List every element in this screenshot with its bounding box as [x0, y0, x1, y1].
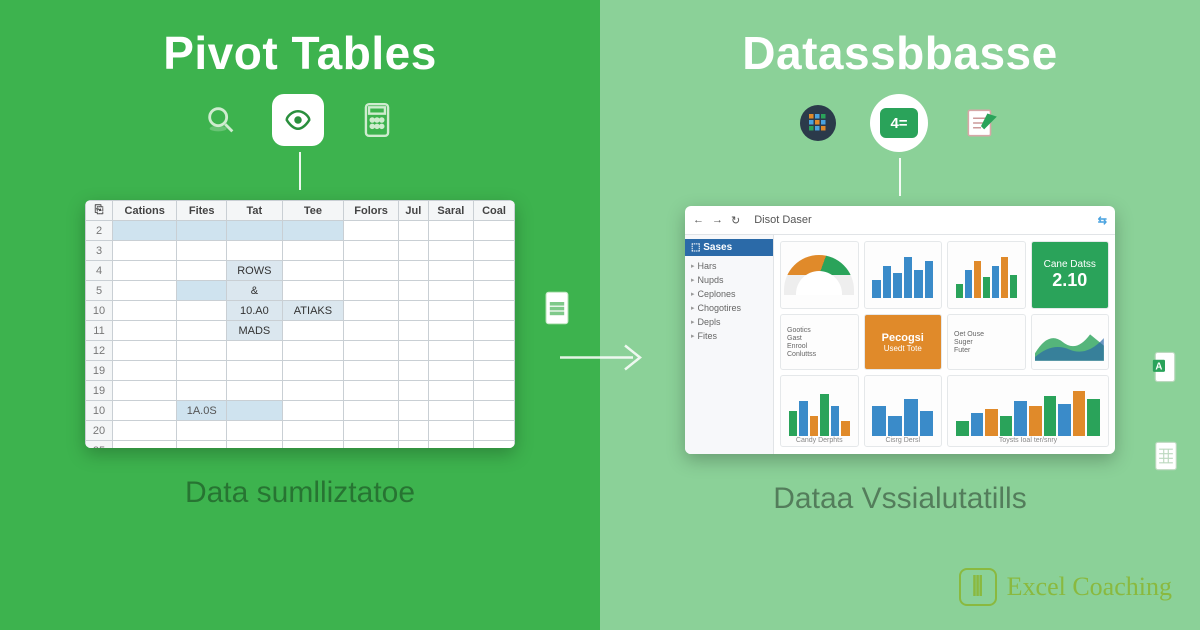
- dashboard-sidebar: ⬚ Sases Hars Nupds Ceplones Chogotires D…: [685, 235, 774, 454]
- row-num: 19: [86, 361, 113, 381]
- formula-badge-icon: 4=: [870, 94, 928, 152]
- col-header: Fites: [177, 201, 227, 221]
- database-panel: Datassbbasse 4= ← → ↻ Disot Daser ⇆: [600, 0, 1200, 630]
- cell-label: ATIAKS: [282, 301, 343, 321]
- col-header: Tat: [227, 201, 283, 221]
- right-title: Datassbbasse: [742, 26, 1057, 80]
- list-tile: Gootics Gast Enrool Conluttss: [780, 314, 859, 370]
- brand-badge: ⦀ Excel Coaching: [959, 568, 1172, 606]
- highlight-tile: Pecogsi Usedt Tote: [864, 314, 943, 370]
- sidebar-item[interactable]: Depls: [685, 315, 773, 329]
- bar-chart-tile: Candy Derphts: [780, 375, 859, 447]
- col-header: Saral: [428, 201, 473, 221]
- arrow-icon: [555, 338, 645, 383]
- col-header: Tee: [282, 201, 343, 221]
- gauge-chart-tile: [780, 241, 859, 309]
- left-icon-row: [204, 94, 396, 146]
- dashboard-logo-icon: ⇆: [1098, 214, 1107, 227]
- tile-label: Cisrg Dersl: [865, 437, 942, 444]
- list-line: Futer: [954, 347, 970, 354]
- spreadsheet-icon: [1152, 440, 1180, 477]
- list-line: Conluttss: [787, 351, 816, 358]
- nav-back-icon[interactable]: ←: [693, 214, 704, 226]
- view-icon: [272, 94, 324, 146]
- spreadsheet-icon: [542, 290, 572, 331]
- dashboard-card: ← → ↻ Disot Daser ⇆ ⬚ Sases Hars Nupds C…: [685, 206, 1115, 454]
- row-num: 11: [86, 321, 113, 341]
- row-num: 25: [86, 441, 113, 449]
- spreadsheet-card: ⎘ Cations Fites Tat Tee Folors Jul Saral…: [85, 200, 515, 448]
- bar-chart-tile: Cisrg Dersl: [864, 375, 943, 447]
- pivot-sheet-table: ⎘ Cations Fites Tat Tee Folors Jul Saral…: [85, 200, 515, 448]
- list-line: Enrool: [787, 343, 807, 350]
- cell-label: MADS: [227, 321, 283, 341]
- formula-badge-text: 4=: [880, 108, 918, 138]
- brand-text: Excel Coaching: [1007, 572, 1172, 602]
- bar-chart-tile: [947, 241, 1026, 309]
- col-header: Folors: [344, 201, 399, 221]
- kpi-tile: Cane Datss 2.10: [1031, 241, 1110, 309]
- pivot-tables-panel: Pivot Tables ⎘ Cations Fites Tat Tee: [0, 0, 600, 630]
- cell-label: 10.A0: [227, 301, 283, 321]
- cell-label: &: [227, 281, 283, 301]
- bar-chart-tile: [864, 241, 943, 309]
- grid-icon: [800, 105, 836, 141]
- edit-note-icon: [962, 104, 1000, 142]
- nav-refresh-icon[interactable]: ↻: [731, 214, 740, 227]
- row-num: 19: [86, 381, 113, 401]
- row-num: 12: [86, 341, 113, 361]
- sidebar-item[interactable]: Nupds: [685, 273, 773, 287]
- tile-label: Toysts Ioal ter/snry: [948, 437, 1108, 444]
- cell-label: 1A.0S: [177, 401, 227, 421]
- right-icon-row: 4=: [800, 94, 1000, 152]
- row-num: 10: [86, 301, 113, 321]
- bar-chart-tile: Toysts Ioal ter/snry: [947, 375, 1109, 447]
- dashboard-title: Disot Daser: [754, 214, 811, 226]
- corner-cell: ⎘: [86, 201, 113, 221]
- col-header: Jul: [399, 201, 429, 221]
- tile-label: Candy Derphts: [781, 437, 858, 444]
- kpi-value: 2.10: [1052, 270, 1087, 291]
- area-chart-tile: [1031, 314, 1110, 370]
- list-tile: Oet Ouse Suger Futer: [947, 314, 1026, 370]
- brand-logo-icon: ⦀: [959, 568, 997, 606]
- sidebar-item[interactable]: Ceplones: [685, 287, 773, 301]
- cell-label: ROWS: [227, 261, 283, 281]
- sidebar-item[interactable]: Hars: [685, 259, 773, 273]
- highlight-sub: Usedt Tote: [884, 344, 922, 353]
- nav-forward-icon[interactable]: →: [712, 214, 723, 226]
- list-line: Oet Ouse: [954, 331, 984, 338]
- row-num: 20: [86, 421, 113, 441]
- col-header: Coal: [474, 201, 515, 221]
- sidebar-item[interactable]: Fites: [685, 329, 773, 343]
- connector-line: [899, 158, 901, 196]
- list-line: Gast: [787, 335, 802, 342]
- calculator-icon: [358, 101, 396, 139]
- row-num: 2: [86, 221, 113, 241]
- sidebar-header: ⬚ Sases: [685, 239, 773, 256]
- row-num: 3: [86, 241, 113, 261]
- dashboard-toolbar: ← → ↻ Disot Daser ⇆: [685, 206, 1115, 235]
- row-num: 10: [86, 401, 113, 421]
- connector-line: [299, 152, 301, 190]
- right-caption: Dataa Vssialutatills: [773, 482, 1026, 516]
- sidebar-item[interactable]: Chogotires: [685, 301, 773, 315]
- row-num: 4: [86, 261, 113, 281]
- left-caption: Data sumlliztatoe: [185, 476, 415, 510]
- access-icon: A: [1150, 350, 1180, 389]
- row-num: 5: [86, 281, 113, 301]
- list-line: Gootics: [787, 327, 811, 334]
- list-line: Suger: [954, 339, 973, 346]
- dashboard-grid: Cane Datss 2.10 Gootics Gast Enrool Conl…: [774, 235, 1115, 454]
- col-header: Cations: [113, 201, 177, 221]
- magnifier-icon: [204, 103, 238, 137]
- highlight-title: Pecogsi: [882, 332, 924, 344]
- kpi-label: Cane Datss: [1044, 259, 1096, 270]
- left-title: Pivot Tables: [163, 26, 437, 80]
- svg-text:A: A: [1155, 361, 1162, 372]
